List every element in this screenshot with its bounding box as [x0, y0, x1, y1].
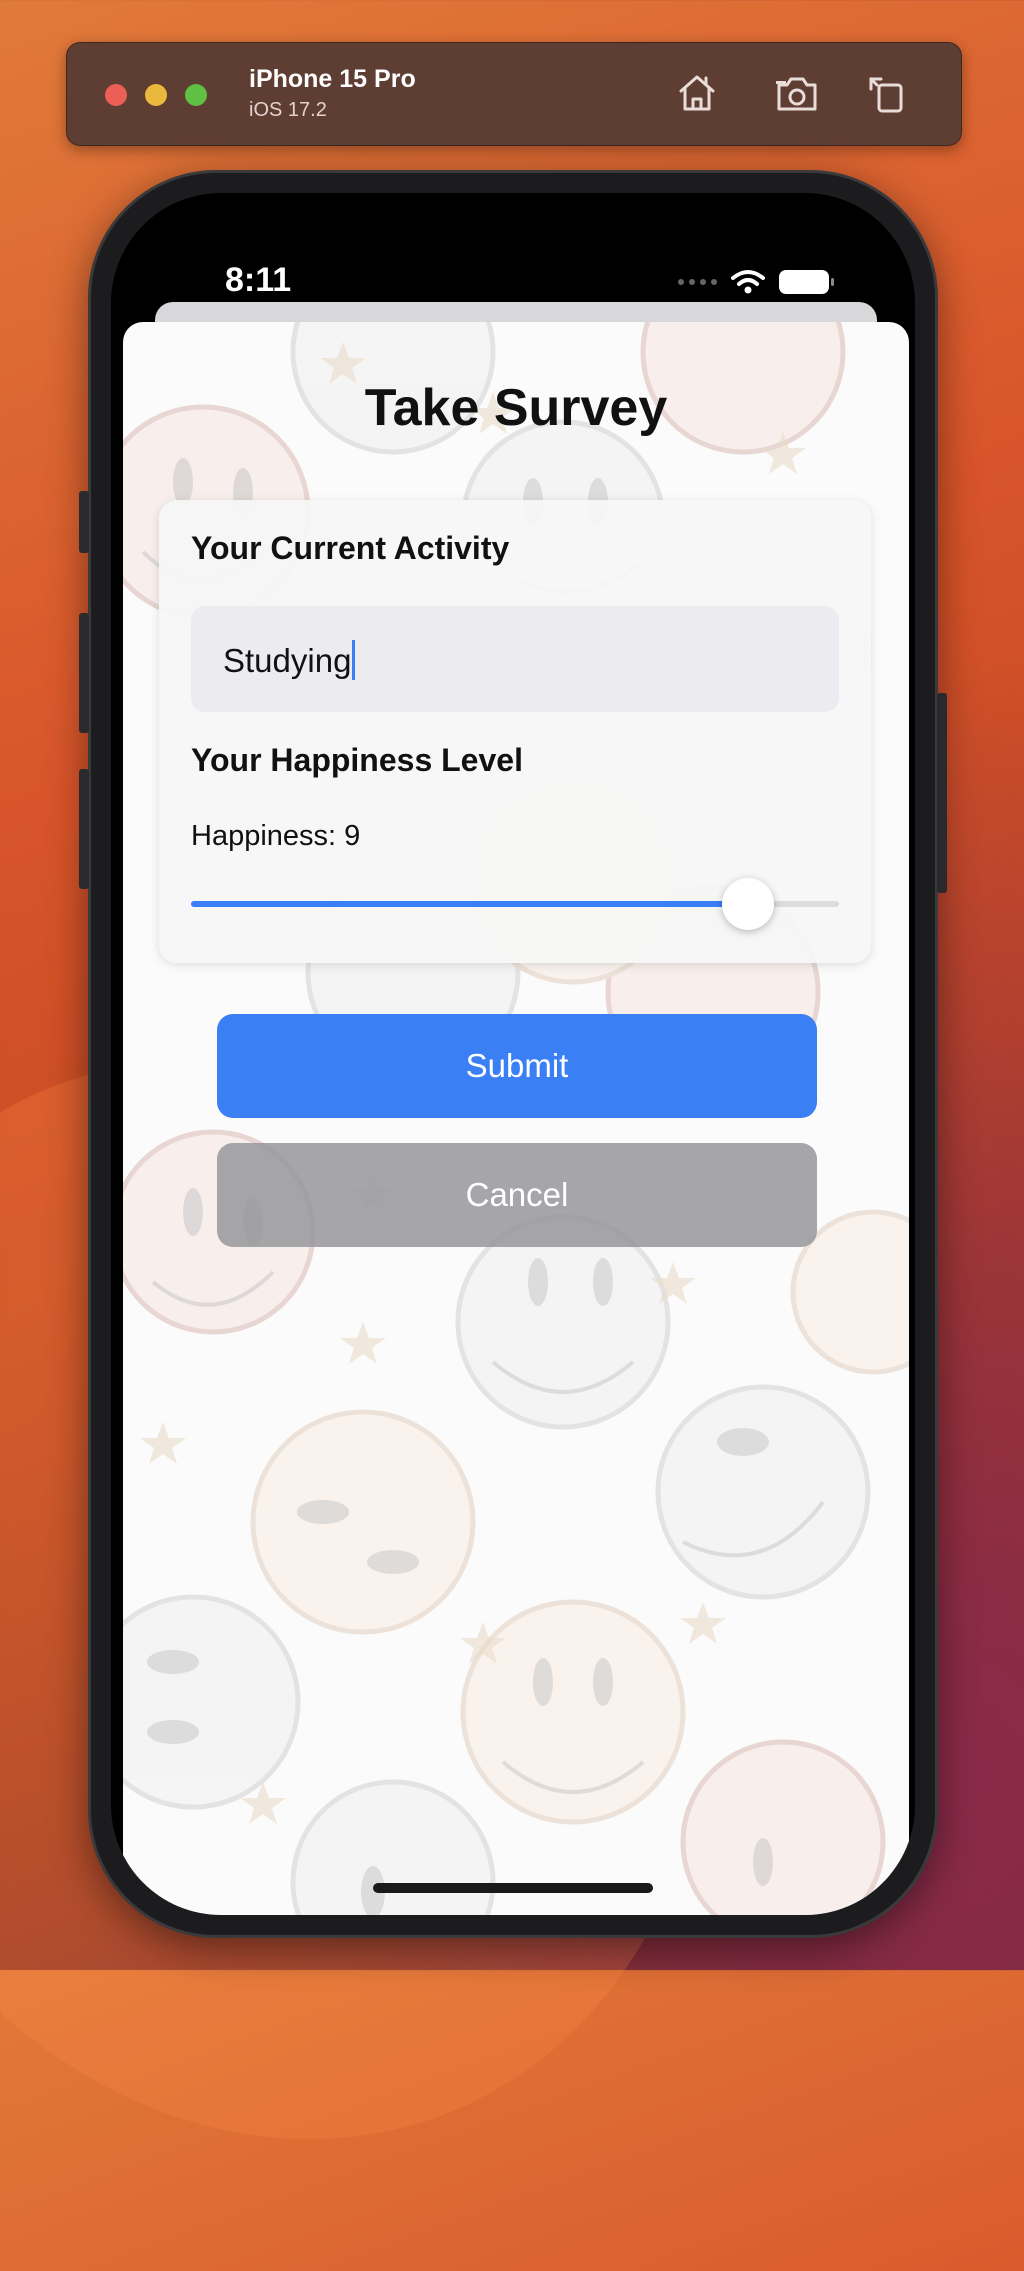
home-icon[interactable] — [673, 69, 721, 117]
activity-input-value: Studying — [223, 642, 352, 679]
screenshot-icon[interactable] — [773, 69, 821, 117]
phone-screen: 8:11 Take Survey Your Current Activity S… — [111, 193, 915, 1915]
rotate-icon[interactable] — [863, 69, 911, 117]
minimize-window-button[interactable] — [145, 84, 167, 106]
survey-sheet: Take Survey Your Current Activity Studyi… — [123, 322, 909, 1915]
happiness-heading: Your Happiness Level — [191, 742, 523, 778]
wifi-icon — [731, 270, 765, 294]
slider-fill — [191, 901, 748, 907]
zoom-window-button[interactable] — [185, 84, 207, 106]
submit-button[interactable]: Submit — [217, 1014, 817, 1118]
action-button — [79, 491, 89, 553]
happiness-slider[interactable] — [191, 878, 839, 930]
happiness-value-label: Happiness: 9 — [191, 820, 361, 852]
simulator-toolbar: iPhone 15 Pro iOS 17.2 — [66, 42, 962, 146]
os-version: iOS 17.2 — [249, 99, 327, 121]
volume-up-button — [79, 613, 89, 733]
activity-heading: Your Current Activity — [191, 530, 510, 566]
cancel-button[interactable]: Cancel — [217, 1143, 817, 1247]
slider-thumb[interactable] — [722, 878, 774, 930]
status-time: 8:11 — [225, 261, 292, 299]
signal-dots-icon — [678, 279, 717, 285]
device-name: iPhone 15 Pro — [249, 65, 416, 93]
volume-down-button — [79, 769, 89, 889]
close-window-button[interactable] — [105, 84, 127, 106]
survey-form-card: Your Current Activity Studying Your Happ… — [159, 500, 871, 963]
text-cursor — [352, 640, 356, 680]
phone-frame: 8:11 Take Survey Your Current Activity S… — [79, 170, 947, 1938]
status-icons — [678, 269, 834, 295]
home-indicator — [373, 1883, 653, 1893]
battery-icon — [779, 270, 834, 294]
activity-input[interactable]: Studying — [191, 606, 839, 712]
power-button — [937, 693, 947, 893]
page-title: Take Survey — [364, 379, 668, 437]
